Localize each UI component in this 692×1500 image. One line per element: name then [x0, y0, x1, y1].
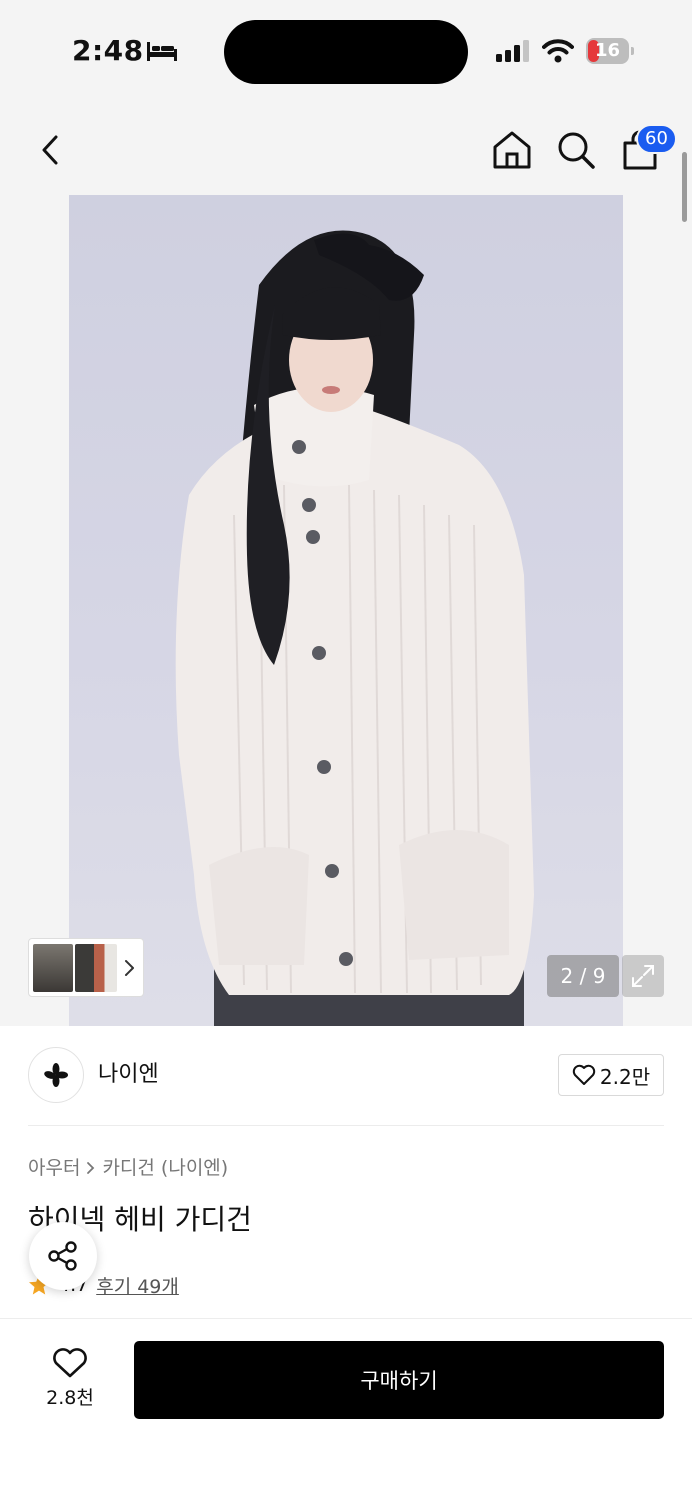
breadcrumb-item[interactable]: 아우터 — [28, 1155, 80, 1181]
breadcrumb-item[interactable]: 카디건 (나이엔) — [102, 1155, 228, 1181]
search-button[interactable] — [554, 128, 598, 172]
sleep-focus-icon — [147, 42, 177, 61]
expand-image-button[interactable] — [622, 955, 664, 997]
model-cardigan-photo — [175, 230, 534, 1026]
cart-count-badge: 60 — [636, 124, 677, 154]
wishlist-button[interactable]: 2.8천 — [28, 1340, 112, 1416]
brand-logo-icon — [44, 1063, 68, 1087]
wishlist-count: 2.8천 — [46, 1386, 94, 1409]
brand-logo[interactable] — [28, 1047, 84, 1103]
battery-level: 16 — [594, 40, 621, 61]
heart-outline-icon — [53, 1347, 87, 1377]
brand-name[interactable]: 나이엔 — [98, 1060, 159, 1090]
thumbnail-image[interactable] — [75, 944, 117, 992]
chevron-right-icon — [125, 960, 134, 976]
search-icon — [558, 132, 595, 169]
share-icon — [48, 1241, 77, 1271]
status-time: 2:48 — [72, 34, 144, 67]
battery-indicator: 16 — [586, 38, 634, 64]
chevron-right-icon — [87, 1162, 95, 1174]
cellular-signal-icon — [496, 40, 529, 62]
breadcrumb: 아우터 카디건 (나이엔) — [28, 1155, 228, 1181]
chevron-left-icon — [42, 135, 58, 165]
image-page-counter: 2 / 9 — [547, 955, 619, 997]
home-button[interactable] — [490, 128, 534, 172]
section-divider — [28, 1125, 664, 1126]
review-link[interactable]: 후기 49개 — [96, 1272, 179, 1299]
share-button[interactable] — [29, 1222, 97, 1290]
expand-icon — [632, 965, 654, 987]
brand-like-button[interactable]: 2.2만 — [558, 1054, 664, 1096]
brand-like-count: 2.2만 — [599, 1064, 651, 1089]
back-button[interactable] — [30, 130, 70, 170]
wifi-icon — [542, 39, 574, 63]
thumbnail-strip[interactable] — [28, 938, 144, 997]
thumbnail-image[interactable] — [33, 944, 73, 992]
scrollbar[interactable] — [682, 152, 687, 222]
status-bar: 2:48 16 — [0, 0, 692, 100]
home-icon — [493, 131, 531, 169]
buy-button[interactable]: 구매하기 — [134, 1341, 664, 1419]
product-image[interactable] — [69, 195, 623, 1026]
heart-outline-icon — [572, 1064, 596, 1085]
dynamic-island — [224, 20, 468, 84]
